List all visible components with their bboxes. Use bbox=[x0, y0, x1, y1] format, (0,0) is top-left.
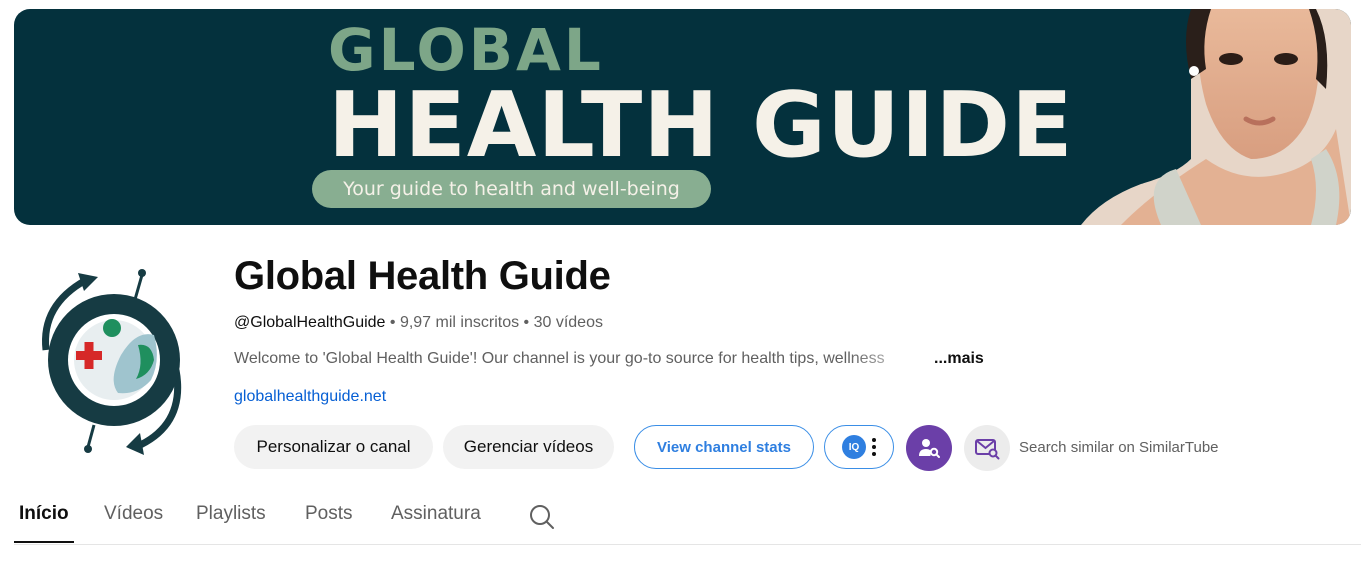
description-more-link[interactable]: ...mais bbox=[934, 350, 984, 368]
tab-posts[interactable]: Posts bbox=[305, 503, 353, 525]
meta-separator: • bbox=[385, 314, 400, 331]
channel-title: Global Health Guide bbox=[234, 254, 611, 298]
video-count: 30 vídeos bbox=[533, 314, 603, 331]
similar-search-label[interactable]: Search similar on SimilarTube bbox=[1019, 439, 1219, 456]
meta-separator: • bbox=[519, 314, 534, 331]
banner-portrait-image bbox=[1081, 9, 1351, 225]
banner-tagline: Your guide to health and well-being bbox=[312, 170, 711, 208]
tab-playlists[interactable]: Playlists bbox=[196, 503, 266, 525]
similar-search-button[interactable] bbox=[964, 425, 1010, 471]
channel-avatar[interactable] bbox=[26, 265, 198, 455]
active-tab-indicator bbox=[14, 541, 74, 543]
subscriber-count: 9,97 mil inscritos bbox=[399, 314, 520, 331]
mail-search-icon bbox=[975, 439, 1000, 460]
channel-handle: @GlobalHealthGuide bbox=[234, 314, 386, 331]
channel-banner: GLOBAL HEALTH GUIDE Your guide to health… bbox=[14, 9, 1351, 225]
user-search-icon bbox=[919, 439, 940, 458]
tab-inicio[interactable]: Início bbox=[19, 503, 69, 525]
user-search-button[interactable] bbox=[906, 425, 952, 471]
extension-menu-button[interactable]: IQ bbox=[824, 425, 894, 469]
tab-assinatura[interactable]: Assinatura bbox=[391, 503, 481, 525]
channel-website-link[interactable]: globalhealthguide.net bbox=[234, 388, 386, 406]
description-text: Welcome to 'Global Health Guide'! Our ch… bbox=[234, 350, 885, 367]
manage-videos-button[interactable]: Gerenciar vídeos bbox=[443, 425, 614, 469]
extension-logo-icon: IQ bbox=[842, 435, 866, 459]
kebab-menu-icon bbox=[872, 438, 876, 456]
channel-meta: @GlobalHealthGuide • 9,97 mil inscritos … bbox=[234, 314, 603, 332]
channel-tabs: Início Vídeos Playlists Posts Assinatura bbox=[14, 491, 1361, 545]
tab-videos[interactable]: Vídeos bbox=[104, 503, 163, 525]
search-icon[interactable] bbox=[528, 503, 556, 531]
banner-title-line2: HEALTH GUIDE bbox=[328, 73, 1074, 178]
banner-title-line1: GLOBAL bbox=[328, 16, 604, 84]
channel-description[interactable]: Welcome to 'Global Health Guide'! Our ch… bbox=[234, 350, 984, 368]
customize-channel-button[interactable]: Personalizar o canal bbox=[234, 425, 433, 469]
view-channel-stats-button[interactable]: View channel stats bbox=[634, 425, 814, 469]
